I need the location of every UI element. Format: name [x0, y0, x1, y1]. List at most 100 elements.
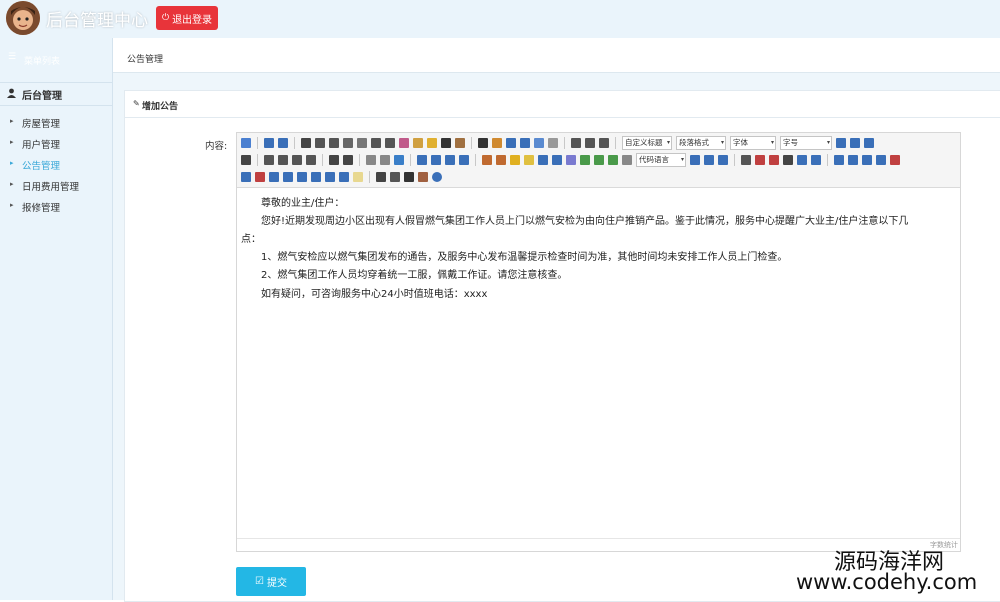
- unlink-icon[interactable]: [380, 155, 390, 165]
- insert-code-icon[interactable]: [622, 155, 632, 165]
- ordered-list-icon[interactable]: [506, 138, 516, 148]
- superscript-icon[interactable]: [371, 138, 381, 148]
- merge-down-icon[interactable]: [297, 172, 307, 182]
- subscript-icon[interactable]: [385, 138, 395, 148]
- check-square-icon: ☑: [255, 576, 264, 587]
- insert-row-icon[interactable]: [876, 155, 886, 165]
- strikethrough-icon[interactable]: [357, 138, 367, 148]
- background-color-icon[interactable]: [492, 138, 502, 148]
- simple-upload-icon[interactable]: [482, 155, 492, 165]
- undo-icon[interactable]: [264, 138, 274, 148]
- insert-image-icon[interactable]: [496, 155, 506, 165]
- merge-cells-icon[interactable]: [269, 172, 279, 182]
- align-left-icon[interactable]: [264, 155, 274, 165]
- search-replace-icon[interactable]: [404, 172, 414, 182]
- remove-format-icon[interactable]: [399, 138, 409, 148]
- align-center-icon[interactable]: [278, 155, 288, 165]
- word-image-icon[interactable]: [797, 155, 807, 165]
- paragraph: 尊敬的业主/住户：: [261, 198, 345, 209]
- insert-frame-icon[interactable]: [608, 155, 618, 165]
- row-spacing-bottom-icon[interactable]: [585, 138, 595, 148]
- time-icon[interactable]: [769, 155, 779, 165]
- link-icon[interactable]: [366, 155, 376, 165]
- sidebar-header-label: 菜单列表: [24, 57, 61, 67]
- music-icon[interactable]: [552, 155, 562, 165]
- sidebar-item-fees[interactable]: ▸ 日用费用管理: [0, 177, 112, 195]
- page-break-icon[interactable]: [690, 155, 700, 165]
- sidebar-item-repairs[interactable]: ▸ 报修管理: [0, 198, 112, 216]
- help-icon[interactable]: [432, 172, 442, 182]
- attachment-icon[interactable]: [566, 155, 576, 165]
- indent-paragraph-icon[interactable]: [241, 155, 251, 165]
- align-justify-icon[interactable]: [306, 155, 316, 165]
- clear-doc-icon[interactable]: [548, 138, 558, 148]
- insert-paragraph-before-table-icon[interactable]: [862, 155, 872, 165]
- row-spacing-top-icon[interactable]: [571, 138, 581, 148]
- submit-button[interactable]: ☑ 提交: [236, 567, 306, 596]
- unordered-list-icon[interactable]: [520, 138, 530, 148]
- emotion-icon[interactable]: [510, 155, 520, 165]
- font-border-icon[interactable]: [343, 138, 353, 148]
- insert-video-icon[interactable]: [538, 155, 548, 165]
- sidebar-item-users[interactable]: ▸ 用户管理: [0, 135, 112, 153]
- rich-text-editor[interactable]: 自定义标题 ▾ 段落格式 ▾ 字体 ▾ 字号 ▾ 代码语言 ▾ 尊敬的业主/住户…: [236, 132, 961, 552]
- horizontal-rule-icon[interactable]: [741, 155, 751, 165]
- split-rows-icon[interactable]: [325, 172, 335, 182]
- indent-icon[interactable]: [864, 138, 874, 148]
- dropdown-arrow-icon: ▾: [720, 139, 724, 146]
- date-icon[interactable]: [755, 155, 765, 165]
- image-left-icon[interactable]: [431, 155, 441, 165]
- delete-row-icon[interactable]: [890, 155, 900, 165]
- background-icon[interactable]: [718, 155, 728, 165]
- merge-right-icon[interactable]: [283, 172, 293, 182]
- italic-icon[interactable]: [315, 138, 325, 148]
- direction-ltr-icon[interactable]: [836, 138, 846, 148]
- image-center-icon[interactable]: [459, 155, 469, 165]
- gmap-icon[interactable]: [594, 155, 604, 165]
- line-height-icon[interactable]: [599, 138, 609, 148]
- snapscreen-icon[interactable]: [811, 155, 821, 165]
- sidebar-section-admin[interactable]: 后台管理: [0, 82, 112, 106]
- insert-table-icon[interactable]: [834, 155, 844, 165]
- drafts-icon[interactable]: [418, 172, 428, 182]
- auto-typeset-icon[interactable]: [427, 138, 437, 148]
- image-right-icon[interactable]: [445, 155, 455, 165]
- align-right-icon[interactable]: [292, 155, 302, 165]
- delete-table-icon[interactable]: [848, 155, 858, 165]
- image-none-icon[interactable]: [417, 155, 427, 165]
- underline-icon[interactable]: [329, 138, 339, 148]
- split-cols-icon[interactable]: [339, 172, 349, 182]
- split-cells-icon[interactable]: [311, 172, 321, 182]
- anchor-icon[interactable]: [394, 155, 404, 165]
- code-language-select[interactable]: 代码语言 ▾: [636, 153, 686, 167]
- preview-icon[interactable]: [390, 172, 400, 182]
- scrawl-icon[interactable]: [524, 155, 534, 165]
- font-family-select[interactable]: 字体 ▾: [730, 136, 776, 150]
- redo-icon[interactable]: [278, 138, 288, 148]
- special-chars-icon[interactable]: [783, 155, 793, 165]
- to-uppercase-icon[interactable]: [329, 155, 339, 165]
- user-icon: [7, 88, 16, 101]
- to-lowercase-icon[interactable]: [343, 155, 353, 165]
- font-color-icon[interactable]: [478, 138, 488, 148]
- direction-rtl-icon[interactable]: [850, 138, 860, 148]
- delete-col-icon[interactable]: [255, 172, 265, 182]
- insert-col-icon[interactable]: [241, 172, 251, 182]
- map-icon[interactable]: [580, 155, 590, 165]
- format-match-icon[interactable]: [413, 138, 423, 148]
- blockquote-icon[interactable]: [441, 138, 451, 148]
- font-size-select[interactable]: 字号 ▾: [780, 136, 832, 150]
- paste-plain-icon[interactable]: [455, 138, 465, 148]
- print-icon[interactable]: [376, 172, 386, 182]
- paragraph-format-select[interactable]: 段落格式 ▾: [676, 136, 726, 150]
- sidebar-item-house[interactable]: ▸ 房屋管理: [0, 114, 112, 132]
- template-icon[interactable]: [704, 155, 714, 165]
- charts-icon[interactable]: [353, 172, 363, 182]
- sidebar-item-announcements[interactable]: ▸ 公告管理: [0, 156, 112, 174]
- html-source-icon[interactable]: [241, 138, 251, 148]
- custom-title-select[interactable]: 自定义标题 ▾: [622, 136, 672, 150]
- editor-body[interactable]: 尊敬的业主/住户： 您好!近期发现周边小区出现有人假冒燃气集团工作人员上门以燃气…: [237, 188, 960, 538]
- bold-icon[interactable]: [301, 138, 311, 148]
- select-all-icon[interactable]: [534, 138, 544, 148]
- logout-button[interactable]: ⏻ 退出登录: [156, 6, 218, 30]
